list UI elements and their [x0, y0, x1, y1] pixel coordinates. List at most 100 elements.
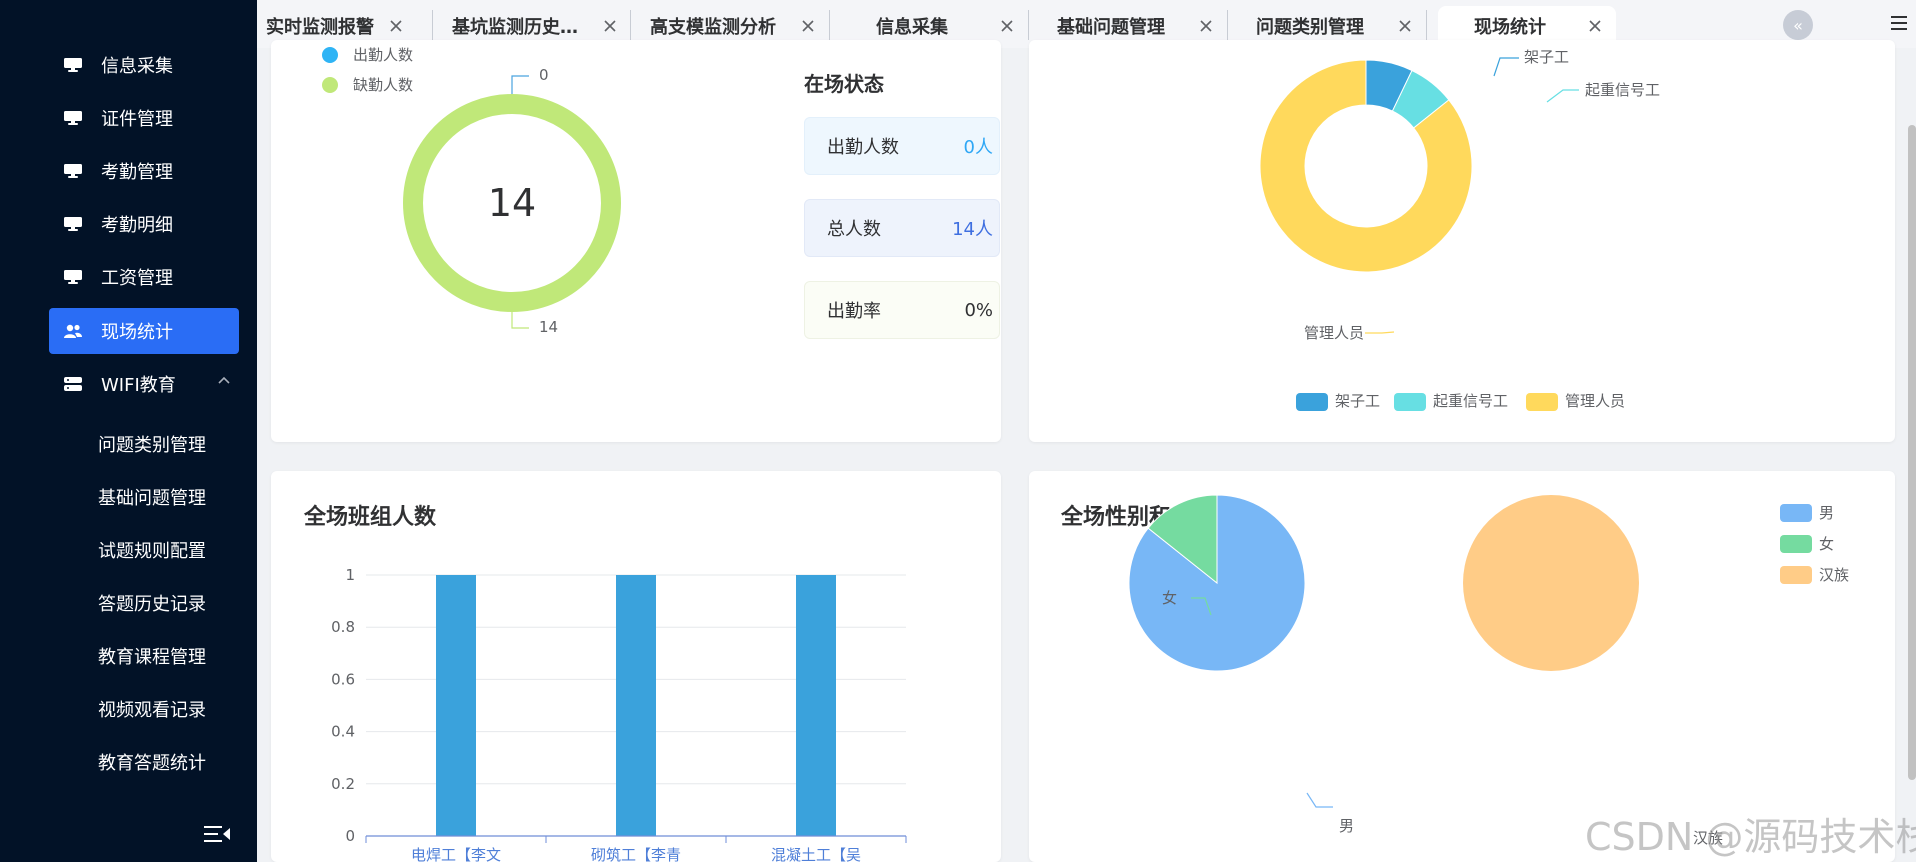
team-bar-chart: 0 0.2 0.4 0.6 0.8 1 电焊工【李文 砌筑工【李青 混凝土工【吴	[331, 566, 907, 862]
bar	[616, 575, 656, 836]
sidebar-item-site-statistics[interactable]: 现场统计	[49, 308, 239, 354]
sidebar-subitem-question-category[interactable]: 问题类别管理	[98, 424, 206, 464]
sidebar-subitem-course-management[interactable]: 教育课程管理	[98, 636, 206, 676]
legend-absence-label: 缺勤人数	[353, 76, 413, 94]
close-icon[interactable]	[801, 19, 815, 33]
sidebar-item-label: 证件管理	[101, 109, 173, 130]
bar	[796, 575, 836, 836]
pie-label-male: 男	[1339, 817, 1354, 835]
close-icon[interactable]	[1588, 19, 1602, 33]
legend-male-swatch	[1780, 504, 1812, 522]
donut-center-value: 14	[488, 181, 536, 225]
status-title: 在场状态	[804, 72, 884, 96]
label-line	[1365, 331, 1395, 334]
legend-scaffolder-swatch	[1296, 393, 1328, 411]
tab-label: 基坑监测历史…	[452, 17, 578, 38]
monitor-icon	[64, 111, 82, 125]
close-icon[interactable]	[389, 19, 403, 33]
chevron-up-icon	[218, 376, 230, 384]
status-box-total: 总人数 14人	[804, 199, 1000, 257]
tab-label: 问题类别管理	[1256, 17, 1364, 38]
x-tick-label: 电焊工【李文	[411, 846, 501, 862]
monitor-icon	[64, 217, 82, 231]
close-icon[interactable]	[603, 19, 617, 33]
donut-bottom-label: 14	[539, 318, 558, 336]
sidebar-item-wifi-education[interactable]: WIFI教育	[49, 361, 239, 407]
sidebar-subitem-label: 试题规则配置	[98, 541, 206, 562]
slice-label-manager: 管理人员	[1304, 324, 1364, 342]
y-tick-label: 1	[345, 566, 355, 584]
slice-label-scaffolder: 架子工	[1524, 48, 1569, 66]
label-line	[1306, 792, 1333, 808]
sidebar-subitem-basic-questions[interactable]: 基础问题管理	[98, 477, 206, 517]
tab-menu-icon[interactable]	[1888, 12, 1910, 34]
donut-top-label: 0	[539, 66, 549, 84]
legend-signalman-swatch	[1394, 393, 1426, 411]
status-label: 总人数	[827, 219, 881, 240]
close-icon[interactable]	[1000, 19, 1014, 33]
legend-signalman-label: 起重信号工	[1433, 392, 1508, 410]
sidebar-item-info-collection[interactable]: 信息采集	[49, 42, 239, 88]
sidebar-subitem-video-records[interactable]: 视频观看记录	[98, 689, 206, 729]
sidebar-item-label: 信息采集	[101, 56, 173, 77]
sidebar-subitem-answer-history[interactable]: 答题历史记录	[98, 583, 206, 623]
collapse-menu-icon[interactable]	[202, 822, 232, 846]
close-icon[interactable]	[1398, 19, 1412, 33]
sidebar-subitem-label: 基础问题管理	[98, 488, 206, 509]
tab-label: 高支模监测分析	[650, 17, 776, 38]
sidebar-item-certificates[interactable]: 证件管理	[49, 95, 239, 141]
status-value: 14人	[952, 219, 993, 240]
status-box-attendance: 出勤人数 0人	[804, 117, 1000, 175]
tab-scroll-left-button[interactable]: «	[1783, 10, 1813, 40]
monitor-icon	[64, 164, 82, 178]
sidebar-item-label: 考勤明细	[101, 215, 173, 236]
tab-label: 现场统计	[1474, 17, 1546, 38]
legend-manager-label: 管理人员	[1565, 392, 1625, 410]
tab-label: 基础问题管理	[1057, 17, 1165, 38]
legend-han-swatch	[1780, 566, 1812, 584]
legend-han-label: 汉族	[1819, 566, 1849, 584]
y-tick-label: 0.2	[331, 775, 355, 793]
sidebar-subitem-label: 问题类别管理	[98, 435, 206, 456]
monitor-icon	[64, 58, 82, 72]
server-icon	[64, 377, 82, 391]
close-icon[interactable]	[1199, 19, 1213, 33]
label-line	[1546, 89, 1579, 103]
pie-label-female: 女	[1162, 589, 1177, 607]
slice-label-signalman: 起重信号工	[1585, 81, 1660, 99]
sidebar-subitem-answer-statistics[interactable]: 教育答题统计	[98, 742, 206, 782]
legend-manager-swatch	[1526, 393, 1558, 411]
label-line	[511, 312, 529, 329]
y-tick-label: 0.8	[331, 618, 355, 636]
status-box-rate: 出勤率 0%	[804, 281, 1000, 339]
tab-label: 信息采集	[876, 17, 948, 38]
sidebar: 信息采集 证件管理 考勤管理 考勤明细 工资管理 现场统计 WIFI教育 问题类…	[0, 0, 257, 862]
sidebar-item-label: 工资管理	[101, 268, 173, 289]
job-type-card: 架子工 起重信号工 管理人员 架子工 起重信号工 管理人员	[1029, 40, 1895, 442]
legend-attendance-swatch	[322, 47, 338, 63]
sidebar-item-attendance[interactable]: 考勤管理	[49, 148, 239, 194]
legend-absence-swatch	[322, 77, 338, 93]
x-tick-label: 混凝土工【吴	[771, 846, 861, 862]
sidebar-subitem-label: 答题历史记录	[98, 594, 206, 615]
status-value: 0%	[964, 299, 993, 321]
sidebar-item-label: 考勤管理	[101, 162, 173, 183]
bar	[436, 575, 476, 836]
label-line	[511, 75, 529, 94]
legend-scaffolder-label: 架子工	[1335, 392, 1380, 410]
sidebar-subitem-label: 教育答题统计	[98, 753, 206, 774]
sidebar-item-label: 现场统计	[101, 322, 173, 343]
sidebar-item-salary[interactable]: 工资管理	[49, 254, 239, 300]
sidebar-subitem-label: 视频观看记录	[98, 700, 206, 721]
tab-label: 实时监测报警	[266, 17, 374, 38]
legend-female-label: 女	[1819, 535, 1834, 553]
gender-card: 全场性别和民族 男 女 汉族 女 男 汉族	[1029, 471, 1895, 862]
ethnicity-slice	[1463, 495, 1639, 671]
sidebar-item-attendance-detail[interactable]: 考勤明细	[49, 201, 239, 247]
status-label: 出勤人数	[827, 137, 899, 158]
sidebar-item-label: WIFI教育	[101, 375, 176, 396]
sidebar-subitem-label: 教育课程管理	[98, 647, 206, 668]
gender-ethnicity-chart: 男 女 汉族 女 男 汉族	[1128, 494, 1849, 847]
sidebar-subitem-exam-rules[interactable]: 试题规则配置	[98, 530, 206, 570]
page-scrollbar[interactable]	[1908, 125, 1916, 780]
